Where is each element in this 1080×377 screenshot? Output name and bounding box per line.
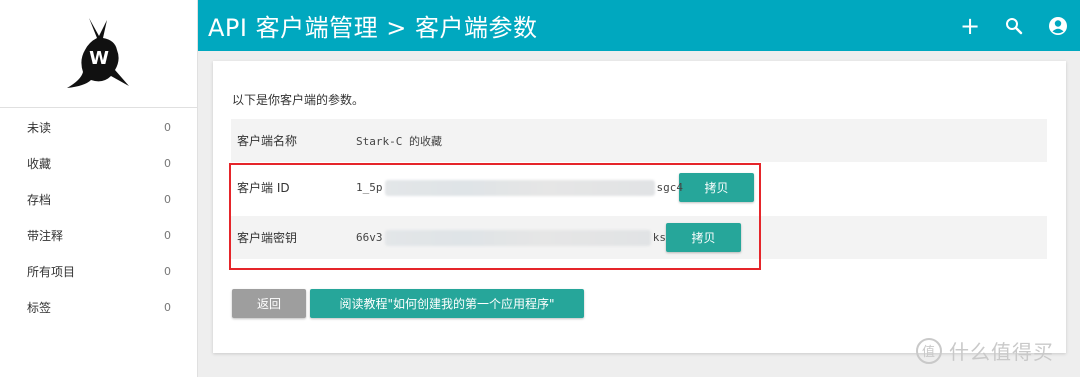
sidebar: W 未读 0 收藏 0 存档 0 带注释 0 所有项目 0 标签 0 (0, 0, 198, 377)
sidebar-item-label: 收藏 (27, 156, 52, 171)
sidebar-item-label: 存档 (27, 192, 52, 207)
sidebar-item-all[interactable]: 所有项目 0 (0, 253, 198, 289)
watermark: 值 什么值得买 (915, 336, 1054, 365)
sidebar-item-label: 带注释 (27, 228, 64, 243)
sidebar-item-label: 所有项目 (27, 264, 76, 279)
client-id-value-end: sgc4 (656, 181, 684, 194)
client-id-value: 1_5p sgc4 (356, 179, 686, 196)
client-name-value: Stark-C 的收藏 (356, 134, 442, 148)
plus-icon: + (959, 11, 981, 40)
sidebar-item-tags[interactable]: 标签 0 (0, 289, 198, 325)
intro-text: 以下是你客户端的参数。 (232, 93, 365, 107)
wallabag-logo-icon: W (66, 17, 129, 88)
top-app-bar: API 客户端管理 > 客户端参数 + (198, 0, 1080, 51)
client-secret-row: 客户端密钥 66v3 ks 拷贝 (231, 216, 1047, 259)
sidebar-item-count: 0 (164, 120, 171, 134)
sidebar-item-count: 0 (164, 228, 171, 242)
add-button[interactable]: + (948, 0, 992, 51)
sidebar-item-count: 0 (164, 156, 171, 170)
watermark-logo-icon: 值 (916, 337, 942, 364)
copy-client-id-button[interactable]: 拷贝 (679, 173, 754, 202)
search-button[interactable] (992, 0, 1036, 51)
client-name-row: 客户端名称 Stark-C 的收藏 (231, 119, 1047, 162)
back-button[interactable]: 返回 (232, 289, 306, 318)
redacted-blur (384, 179, 655, 196)
account-button[interactable] (1036, 0, 1080, 51)
sidebar-item-archive[interactable]: 存档 0 (0, 181, 198, 217)
search-icon (1006, 17, 1023, 34)
client-id-label: 客户端 ID (237, 181, 290, 195)
sidebar-item-count: 0 (164, 300, 171, 314)
wallabag-logo[interactable]: W (0, 0, 197, 108)
client-secret-label: 客户端密钥 (237, 231, 298, 245)
redacted-blur (384, 229, 651, 246)
sidebar-item-count: 0 (164, 192, 171, 206)
client-secret-value-start: 66v3 (356, 231, 383, 244)
copy-client-secret-button[interactable]: 拷贝 (666, 223, 741, 252)
sidebar-item-starred[interactable]: 收藏 0 (0, 145, 198, 181)
client-secret-value: 66v3 ks (356, 229, 666, 246)
client-name-label: 客户端名称 (237, 134, 298, 148)
svg-text:W: W (89, 48, 109, 69)
page-title: API 客户端管理 > 客户端参数 (208, 14, 538, 42)
read-tutorial-button[interactable]: 阅读教程"如何创建我的第一个应用程序" (310, 289, 584, 318)
sidebar-item-annotated[interactable]: 带注释 0 (0, 217, 198, 253)
sidebar-item-label: 未读 (27, 120, 52, 135)
sidebar-item-label: 标签 (27, 300, 52, 315)
sidebar-item-count: 0 (164, 264, 171, 278)
client-id-value-start: 1_5p (356, 181, 383, 194)
client-secret-value-end: ks (652, 231, 666, 244)
account-icon (1049, 16, 1067, 35)
client-id-row: 客户端 ID 1_5p sgc4 拷贝 (231, 166, 1047, 209)
sidebar-item-unread[interactable]: 未读 0 (0, 109, 198, 145)
header-actions: + (948, 0, 1080, 51)
svg-text:值: 值 (922, 344, 936, 360)
watermark-text: 什么值得买 (949, 340, 1054, 364)
